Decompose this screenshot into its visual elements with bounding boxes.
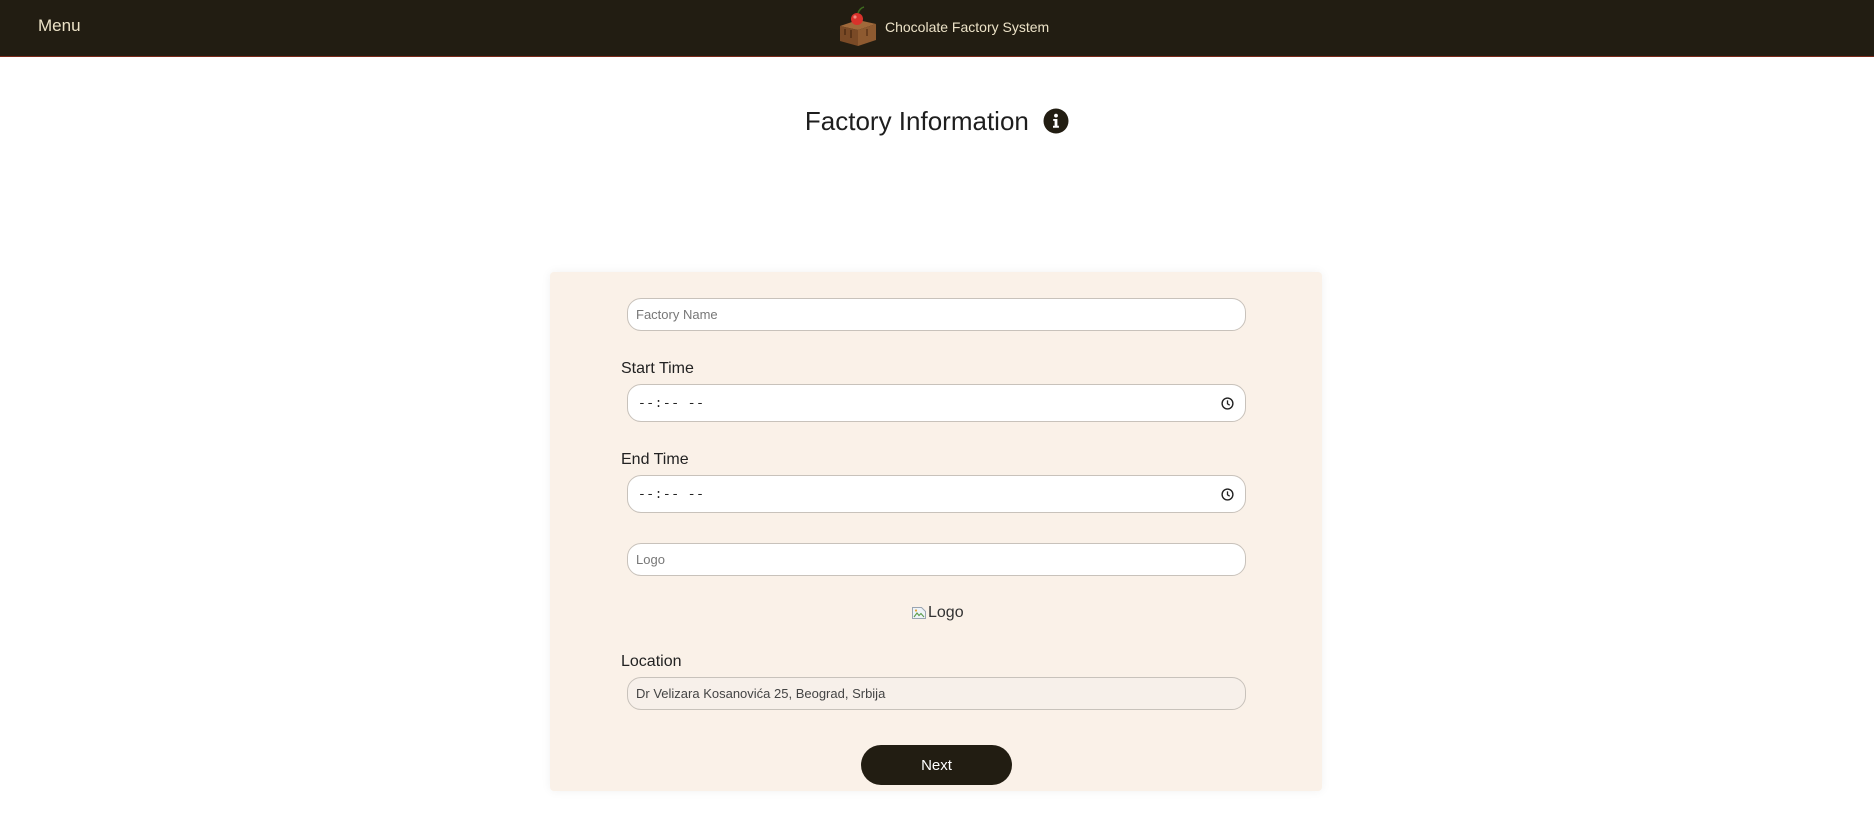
location-field[interactable]	[627, 677, 1246, 710]
logo-alt-text: Logo	[928, 604, 964, 621]
location-label: Location	[621, 653, 682, 670]
info-circle-icon[interactable]	[1043, 108, 1069, 134]
top-navbar: Menu Chocolate Factory System	[0, 0, 1874, 57]
clock-icon[interactable]	[1221, 487, 1234, 501]
broken-image-icon	[912, 607, 926, 619]
start-time-input[interactable]: --:-- --	[627, 384, 1246, 422]
next-button[interactable]: Next	[861, 745, 1012, 785]
page-title: Factory Information	[804, 105, 1029, 136]
end-time-input[interactable]: --:-- --	[627, 475, 1246, 513]
end-time-value: --:-- --	[638, 486, 705, 502]
menu-button[interactable]: Menu	[38, 16, 81, 36]
brand-title: Chocolate Factory System	[885, 19, 1050, 35]
clock-icon[interactable]	[1221, 396, 1234, 410]
factory-name-input[interactable]	[627, 298, 1246, 331]
cake-with-cherry-icon	[840, 6, 876, 46]
page-title-row: Factory Information	[0, 104, 1874, 137]
factory-form-card: Start Time --:-- -- End Time --:-- -- Lo…	[550, 272, 1322, 791]
logo-url-input[interactable]	[627, 543, 1246, 576]
logo-preview: Logo	[911, 604, 964, 622]
start-time-label: Start Time	[621, 360, 694, 377]
end-time-label: End Time	[621, 451, 689, 468]
brand[interactable]: Chocolate Factory System	[836, 6, 1049, 48]
start-time-value: --:-- --	[638, 395, 705, 411]
